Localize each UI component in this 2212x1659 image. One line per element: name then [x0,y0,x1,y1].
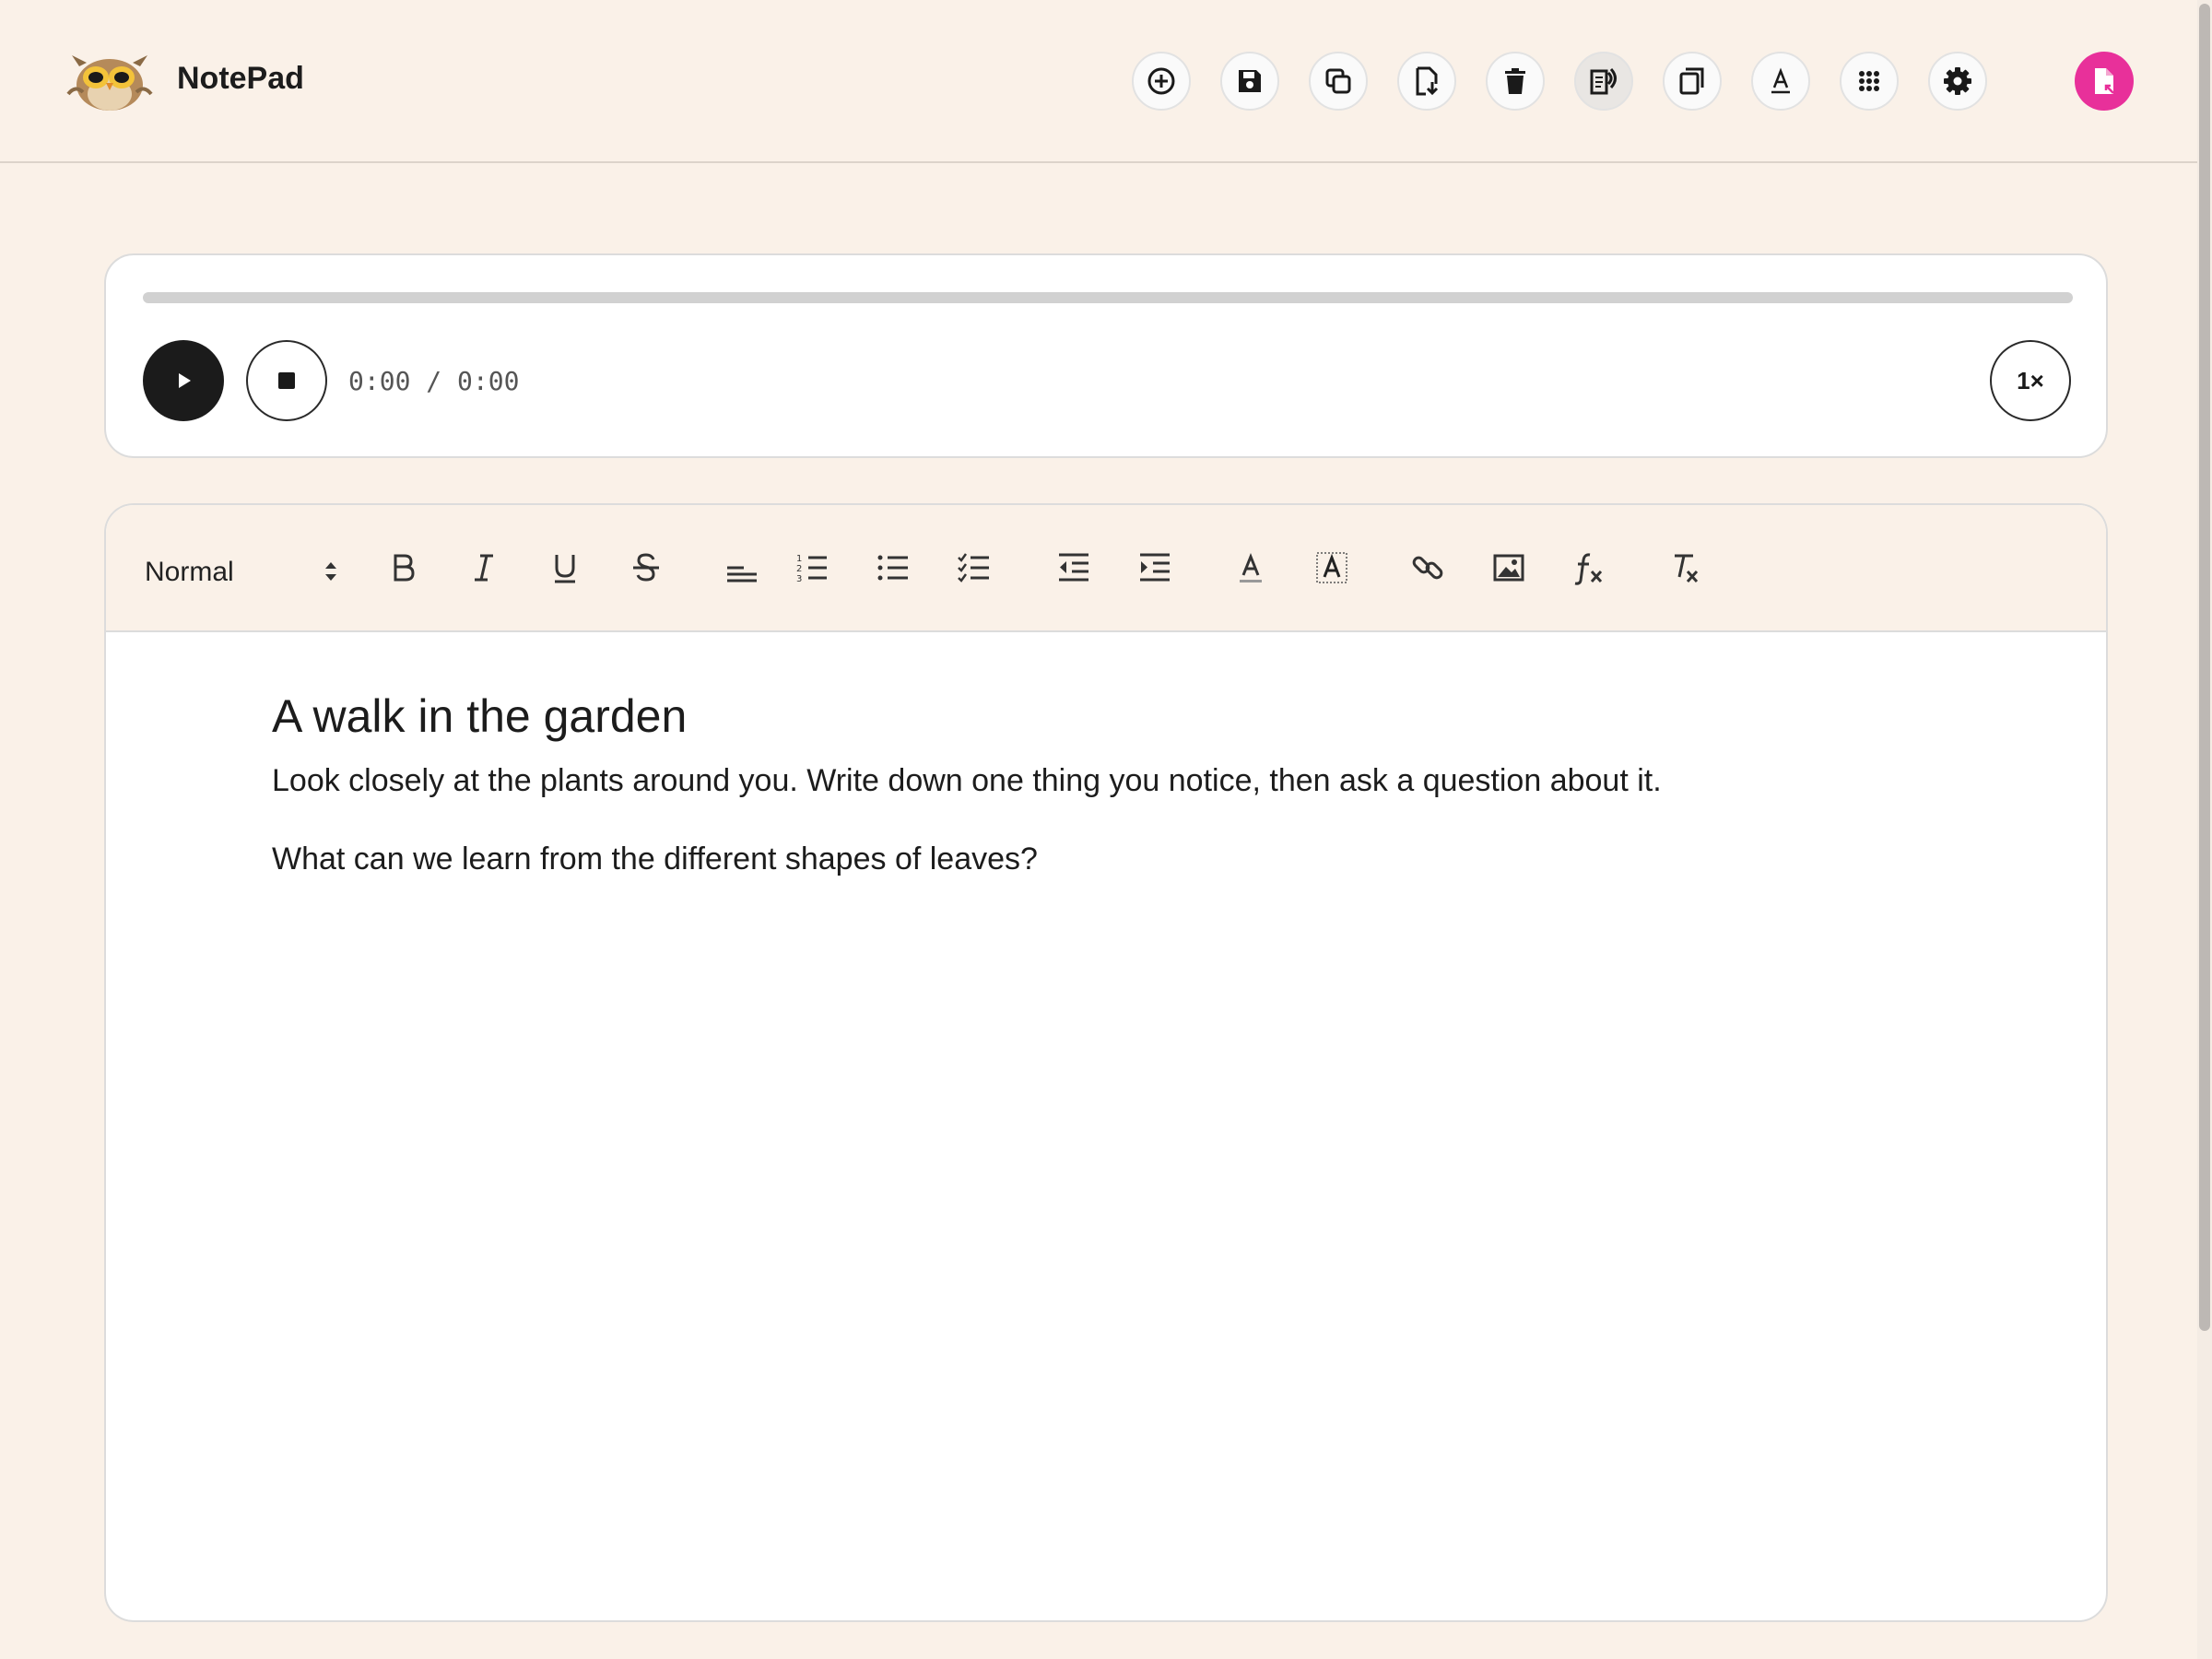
page-scrollbar[interactable] [2197,0,2212,1659]
italic-button[interactable] [460,544,508,592]
playback-speed-button[interactable]: 1× [1990,340,2071,421]
app-title: NotePad [177,61,304,96]
image-button[interactable] [1485,544,1533,592]
duplicate-button[interactable] [1309,52,1368,111]
outdent-icon [1059,553,1088,582]
settings-button[interactable] [1928,52,1987,111]
document-paragraph[interactable]: Look closely at the plants around you. W… [272,763,2023,799]
document-heading[interactable]: A walk in the garden [272,689,2023,743]
align-button[interactable] [718,544,766,592]
app-header: NotePad [0,0,2197,163]
stop-icon [278,372,295,389]
font-a-icon [1771,67,1790,94]
audio-progress-bar[interactable] [143,292,2073,303]
text-color-button[interactable] [1227,544,1275,592]
bold-icon [394,554,415,582]
play-icon [179,373,191,388]
copy-icon [1325,68,1351,94]
outdent-button[interactable] [1050,544,1098,592]
file-download-icon [1416,66,1439,96]
document-user-icon [2095,68,2114,94]
gear-icon [1944,67,1971,95]
font-button[interactable] [1751,52,1810,111]
document-content[interactable]: A walk in the garden Look closely at the… [272,689,2023,920]
ordered-list-button[interactable]: 123 [788,544,836,592]
ordered-list-icon: 123 [796,554,827,584]
text-color-icon [1240,552,1262,582]
link-button[interactable] [1404,544,1452,592]
align-left-icon [727,566,757,582]
grid-dots-icon [1859,71,1879,91]
save-button[interactable] [1220,52,1279,111]
strikethrough-icon [633,553,659,582]
apps-button[interactable] [1840,52,1899,111]
download-button[interactable] [1397,52,1456,111]
plus-circle-icon [1147,67,1175,95]
new-note-button[interactable] [1132,52,1191,111]
read-aloud-button[interactable] [1574,52,1633,111]
clear-format-button[interactable] [1662,544,1710,592]
stop-button[interactable] [246,340,327,421]
select-arrows-icon [325,562,336,581]
formula-button[interactable] [1566,544,1614,592]
indent-icon [1140,553,1170,582]
image-icon [1493,554,1524,582]
play-button[interactable] [143,340,224,421]
editor: Normal 123 A walk in the garden Look clo… [104,503,2108,1622]
format-toolbar: Normal 123 [106,505,2106,632]
format-select[interactable]: Normal [145,551,338,592]
document-paragraph[interactable]: What can we learn from the different sha… [272,841,2023,877]
scrollbar-thumb[interactable] [2199,4,2210,1331]
speaker-doc-icon [1590,67,1617,95]
audio-player: 0:00 / 0:00 1× [104,253,2108,458]
delete-button[interactable] [1486,52,1545,111]
checklist-button[interactable] [950,544,998,592]
profile-button[interactable] [2075,52,2134,111]
bullet-list-button[interactable] [869,544,917,592]
copy-text-button[interactable] [1663,52,1722,111]
owl-logo-icon [66,55,153,111]
time-display: 0:00 / 0:00 [348,366,520,396]
highlight-button[interactable] [1308,544,1356,592]
underline-icon [555,555,575,583]
svg-text:1: 1 [796,554,802,564]
strikethrough-button[interactable] [622,544,670,592]
format-select-value: Normal [145,557,234,587]
svg-text:2: 2 [796,564,802,574]
italic-icon [475,554,493,582]
copy-pages-icon [1679,67,1704,95]
svg-text:3: 3 [796,574,802,584]
bold-button[interactable] [379,544,427,592]
indent-button[interactable] [1131,544,1179,592]
underline-button[interactable] [541,544,589,592]
highlight-color-icon [1316,552,1347,583]
floppy-disk-icon [1239,70,1261,92]
checklist-icon [958,553,989,582]
trash-icon [1505,68,1525,94]
formula-icon [1574,553,1603,585]
bullet-list-icon [877,555,908,581]
link-icon [1412,556,1443,580]
clear-format-icon [1675,554,1699,583]
